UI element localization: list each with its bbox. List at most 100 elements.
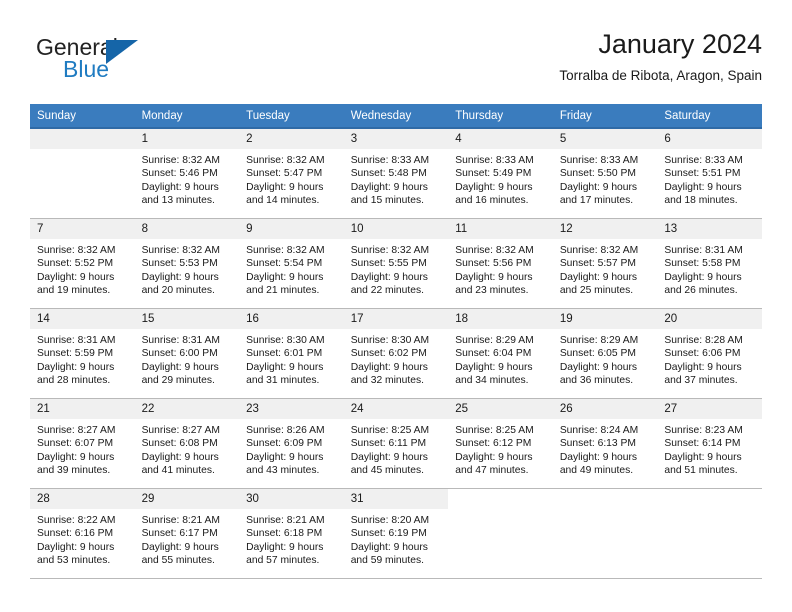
day-detail-line: and 37 minutes.	[664, 374, 738, 386]
calendar-empty-cell	[30, 128, 135, 219]
calendar-day-cell[interactable]: 9 Sunrise: 8:32 AM Sunset: 5:54 PM Daylight…	[239, 218, 344, 309]
day-detail-line: and 18 minutes.	[664, 194, 738, 206]
day-detail-line: Sunset: 5:54 PM	[246, 258, 323, 270]
day-detail-line: Daylight: 9 hours	[455, 181, 533, 193]
day-details: Sunrise: 8:30 AM Sunset: 6:01 PM Daylight:…	[239, 329, 344, 387]
day-detail-line: Sunrise: 8:32 AM	[455, 245, 534, 256]
day-detail-line: Sunrise: 8:33 AM	[455, 155, 534, 166]
weekday-header-friday: Friday	[552, 104, 658, 129]
calendar-day-cell[interactable]: 26 Sunrise: 8:24 AM Sunset: 6:13 PM Dayligh…	[552, 398, 658, 489]
day-detail-line: Daylight: 9 hours	[141, 451, 219, 463]
calendar-day-cell[interactable]: 2 Sunrise: 8:32 AM Sunset: 5:47 PM Daylight…	[239, 128, 344, 219]
calendar-day-cell[interactable]: 16 Sunrise: 8:30 AM Sunset: 6:01 PM Dayligh…	[239, 308, 344, 399]
day-detail-line: and 31 minutes.	[246, 374, 320, 386]
calendar-day-cell[interactable]: 21 Sunrise: 8:27 AM Sunset: 6:07 PM Dayligh…	[30, 398, 135, 489]
calendar-day-cell[interactable]: 7 Sunrise: 8:32 AM Sunset: 5:52 PM Daylight…	[30, 218, 135, 309]
general-blue-logo[interactable]: General Blue	[30, 34, 250, 88]
calendar-day-cell[interactable]: 10 Sunrise: 8:32 AM Sunset: 5:55 PM Dayligh…	[343, 218, 449, 309]
day-detail-line: Sunset: 5:59 PM	[37, 348, 114, 360]
day-detail-line: Sunrise: 8:33 AM	[664, 155, 743, 166]
day-details: Sunrise: 8:32 AM Sunset: 5:46 PM Daylight:…	[135, 149, 240, 207]
day-detail-line: Sunrise: 8:27 AM	[37, 425, 116, 436]
day-details: Sunrise: 8:32 AM Sunset: 5:47 PM Daylight:…	[239, 149, 344, 207]
day-detail-line: and 13 minutes.	[141, 194, 215, 206]
calendar-day-cell[interactable]: 6 Sunrise: 8:33 AM Sunset: 5:51 PM Daylight…	[657, 128, 762, 219]
day-details: Sunrise: 8:32 AM Sunset: 5:54 PM Daylight:…	[239, 239, 344, 297]
day-detail-line: and 14 minutes.	[246, 194, 320, 206]
day-detail-line: Sunrise: 8:28 AM	[664, 335, 743, 346]
day-detail-line: Sunrise: 8:25 AM	[350, 425, 430, 436]
day-details: Sunrise: 8:31 AM Sunset: 5:58 PM Daylight:…	[657, 239, 762, 297]
calendar-day-cell[interactable]: 27 Sunrise: 8:23 AM Sunset: 6:14 PM Dayligh…	[657, 398, 762, 489]
day-detail-line: Sunrise: 8:32 AM	[559, 245, 639, 256]
calendar-table: Sunday Monday Tuesday Wednesday Thursday…	[30, 104, 762, 579]
day-detail-line: Sunset: 6:11 PM	[350, 438, 427, 450]
day-detail-line: Sunset: 5:56 PM	[455, 258, 532, 270]
day-detail-line: Daylight: 9 hours	[350, 361, 428, 373]
calendar-day-cell[interactable]: 29 Sunrise: 8:21 AM Sunset: 6:17 PM Dayligh…	[134, 488, 240, 579]
page-header: General Blue January 2024 Torralba de Ri…	[30, 28, 762, 90]
calendar-day-cell[interactable]: 15 Sunrise: 8:31 AM Sunset: 6:00 PM Dayligh…	[134, 308, 240, 399]
day-details: Sunrise: 8:25 AM Sunset: 6:12 PM Daylight:…	[448, 419, 553, 477]
day-detail-line: Sunset: 6:18 PM	[246, 528, 323, 540]
calendar-day-cell[interactable]: 3 Sunrise: 8:33 AM Sunset: 5:48 PM Daylight…	[343, 128, 449, 219]
day-number: 12	[552, 219, 658, 239]
weekday-header-thursday: Thursday	[448, 104, 553, 129]
day-detail-line: Sunset: 6:13 PM	[559, 438, 636, 450]
calendar-day-cell[interactable]: 22 Sunrise: 8:27 AM Sunset: 6:08 PM Dayligh…	[134, 398, 240, 489]
day-detail-line: Sunset: 6:01 PM	[246, 348, 323, 360]
day-detail-line: Sunset: 6:16 PM	[37, 528, 114, 540]
page-subtitle: Torralba de Ribota, Aragon, Spain	[559, 68, 762, 83]
day-number: 4	[448, 129, 553, 149]
calendar-day-cell[interactable]: 4 Sunrise: 8:33 AM Sunset: 5:49 PM Daylight…	[448, 128, 553, 219]
day-detail-line: Daylight: 9 hours	[246, 181, 324, 193]
day-number: 6	[657, 129, 762, 149]
calendar-day-cell[interactable]: 30 Sunrise: 8:21 AM Sunset: 6:18 PM Dayligh…	[239, 488, 344, 579]
calendar-day-cell[interactable]: 24 Sunrise: 8:25 AM Sunset: 6:11 PM Dayligh…	[343, 398, 449, 489]
day-detail-line: Daylight: 9 hours	[246, 271, 324, 283]
day-number: 25	[448, 399, 553, 419]
day-number: 14	[30, 309, 135, 329]
calendar-day-cell[interactable]: 12 Sunrise: 8:32 AM Sunset: 5:57 PM Dayligh…	[552, 218, 658, 309]
day-number: 9	[239, 219, 344, 239]
day-detail-line: Sunset: 5:50 PM	[559, 168, 636, 180]
day-detail-line: and 17 minutes.	[559, 194, 634, 206]
day-detail-line: Daylight: 9 hours	[664, 271, 742, 283]
calendar-day-cell[interactable]: 23 Sunrise: 8:26 AM Sunset: 6:09 PM Dayligh…	[239, 398, 344, 489]
calendar-day-cell[interactable]: 17 Sunrise: 8:30 AM Sunset: 6:02 PM Dayligh…	[343, 308, 449, 399]
day-detail-line: and 59 minutes.	[350, 554, 424, 566]
calendar-day-cell[interactable]: 11 Sunrise: 8:32 AM Sunset: 5:56 PM Dayligh…	[448, 218, 553, 309]
calendar-body: 1 Sunrise: 8:32 AM Sunset: 5:46 PM Daylight…	[30, 128, 762, 579]
day-detail-line: and 39 minutes.	[37, 464, 111, 476]
calendar-day-cell[interactable]: 20 Sunrise: 8:28 AM Sunset: 6:06 PM Dayligh…	[657, 308, 762, 399]
day-details: Sunrise: 8:31 AM Sunset: 6:00 PM Daylight:…	[135, 329, 240, 387]
calendar-day-cell[interactable]: 25 Sunrise: 8:25 AM Sunset: 6:12 PM Dayligh…	[448, 398, 553, 489]
calendar-day-cell[interactable]: 13 Sunrise: 8:31 AM Sunset: 5:58 PM Dayligh…	[657, 218, 762, 309]
day-detail-line: Sunrise: 8:32 AM	[246, 245, 325, 256]
calendar-day-cell[interactable]: 5 Sunrise: 8:33 AM Sunset: 5:50 PM Daylight…	[552, 128, 658, 219]
day-number: 21	[30, 399, 135, 419]
calendar-empty-cell	[552, 488, 658, 579]
day-detail-line: Sunset: 5:55 PM	[350, 258, 427, 270]
calendar-day-cell[interactable]: 1 Sunrise: 8:32 AM Sunset: 5:46 PM Daylight…	[134, 128, 240, 219]
day-number: 18	[448, 309, 553, 329]
day-detail-line: Sunrise: 8:32 AM	[37, 245, 116, 256]
calendar-day-cell[interactable]: 31 Sunrise: 8:20 AM Sunset: 6:19 PM Dayligh…	[343, 488, 449, 579]
calendar-day-cell[interactable]: 28 Sunrise: 8:22 AM Sunset: 6:16 PM Dayligh…	[30, 488, 135, 579]
day-detail-line: and 26 minutes.	[664, 284, 738, 296]
day-detail-line: Daylight: 9 hours	[664, 181, 742, 193]
day-detail-line: and 22 minutes.	[350, 284, 424, 296]
day-number: 28	[30, 489, 135, 509]
day-detail-line: Daylight: 9 hours	[559, 361, 638, 373]
day-detail-line: Sunrise: 8:32 AM	[246, 155, 325, 166]
day-detail-line: and 47 minutes.	[455, 464, 529, 476]
calendar-day-cell[interactable]: 18 Sunrise: 8:29 AM Sunset: 6:04 PM Dayligh…	[448, 308, 553, 399]
day-detail-line: Daylight: 9 hours	[455, 361, 533, 373]
weekday-header-wednesday: Wednesday	[343, 104, 449, 129]
weekday-header-sunday: Sunday	[30, 104, 135, 129]
calendar-day-cell[interactable]: 8 Sunrise: 8:32 AM Sunset: 5:53 PM Daylight…	[134, 218, 240, 309]
calendar-day-cell[interactable]: 14 Sunrise: 8:31 AM Sunset: 5:59 PM Dayligh…	[30, 308, 135, 399]
calendar-day-cell[interactable]: 19 Sunrise: 8:29 AM Sunset: 6:05 PM Dayligh…	[552, 308, 658, 399]
day-details: Sunrise: 8:28 AM Sunset: 6:06 PM Daylight:…	[657, 329, 762, 387]
logo-text-blue: Blue	[63, 56, 110, 82]
